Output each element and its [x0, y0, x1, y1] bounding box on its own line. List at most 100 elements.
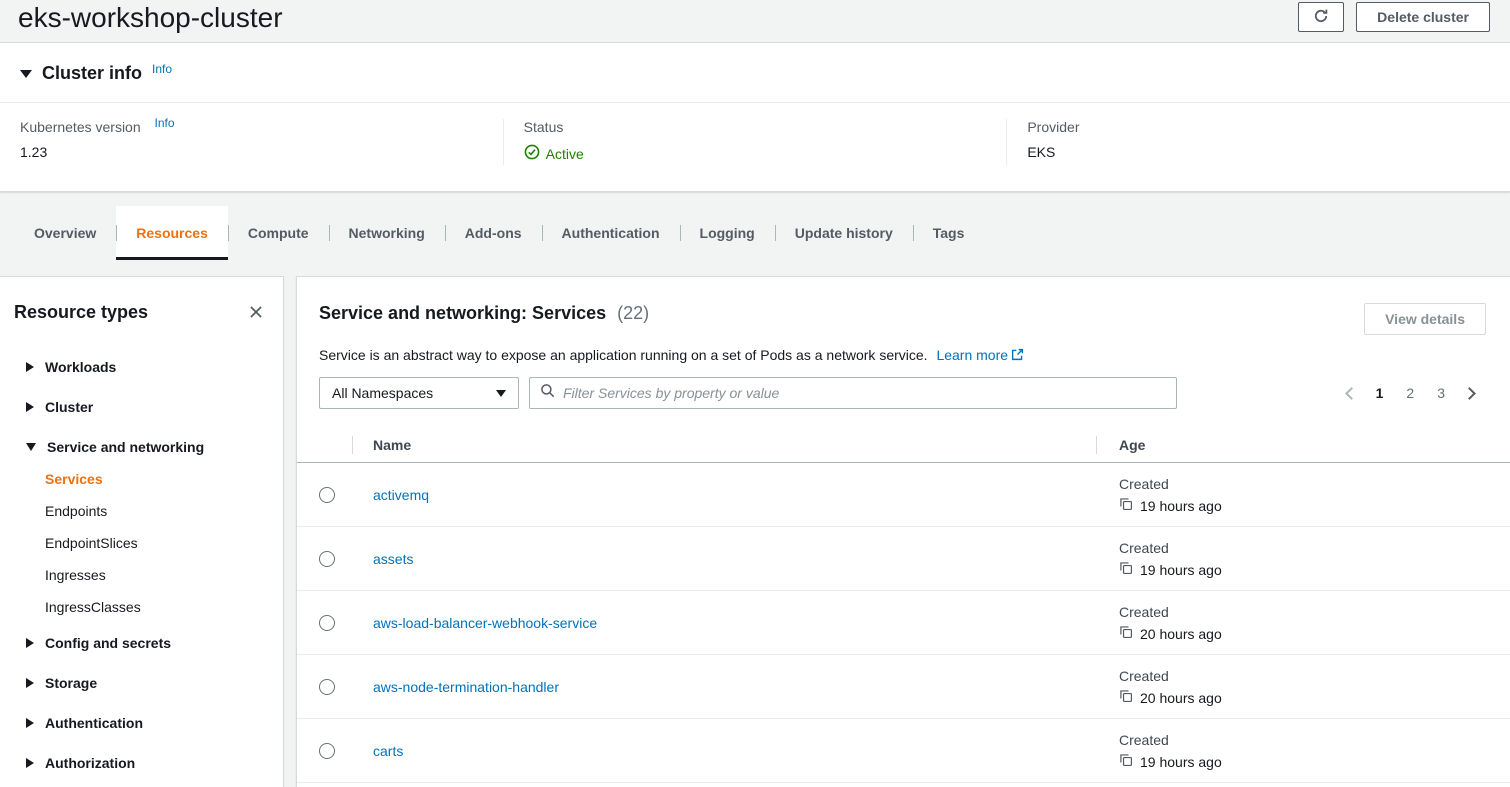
kubernetes-version-label: Kubernetes version Info — [20, 119, 483, 135]
next-page-icon[interactable] — [1463, 387, 1476, 400]
sidebar-group-label: Workloads — [45, 359, 116, 375]
namespace-filter-value: All Namespaces — [332, 385, 433, 401]
kubernetes-version-info-link[interactable]: Info — [155, 116, 175, 130]
copy-icon[interactable] — [1119, 753, 1133, 770]
copy-icon[interactable] — [1119, 561, 1133, 578]
cluster-info-header[interactable]: Cluster info Info — [0, 43, 1510, 102]
services-search — [529, 377, 1177, 409]
services-description-text: Service is an abstract way to expose an … — [319, 347, 928, 363]
collapse-caret-icon — [20, 70, 32, 78]
age-cell: Created — [1097, 783, 1510, 787]
table-row: aws-load-balancer-webhook-service Create… — [297, 591, 1510, 655]
kubernetes-version-label-text: Kubernetes version — [20, 119, 141, 135]
tab-compute[interactable]: Compute — [228, 206, 329, 260]
chevron-right-icon — [26, 362, 34, 372]
table-row: assets Created 19 hours ago — [297, 527, 1510, 591]
age-value: 20 hours ago — [1140, 690, 1222, 706]
provider-value: EKS — [1027, 144, 1490, 160]
services-description: Service is an abstract way to expose an … — [319, 347, 1486, 363]
status-badge: Active — [524, 144, 584, 163]
row-radio[interactable] — [319, 551, 335, 567]
table-row: aws-node-termination-handler Created 20 … — [297, 655, 1510, 719]
page-number-3[interactable]: 3 — [1434, 385, 1448, 401]
sidebar-group-workloads[interactable]: Workloads — [0, 347, 283, 387]
row-radio[interactable] — [319, 487, 335, 503]
age-cell: Created 20 hours ago — [1097, 655, 1510, 718]
age-column-header: Age — [1097, 437, 1510, 453]
cluster-info-card: Cluster info Info Kubernetes version Inf… — [0, 42, 1510, 192]
services-header: Service and networking: Services (22) Vi… — [319, 303, 1486, 335]
sidebar-group-authentication[interactable]: Authentication — [0, 703, 283, 743]
tab-authentication[interactable]: Authentication — [542, 206, 680, 260]
service-link[interactable]: activemq — [373, 487, 429, 503]
tab-overview[interactable]: Overview — [14, 206, 116, 260]
created-label: Created — [1119, 732, 1510, 748]
sidebar-group-label: Service and networking — [47, 439, 204, 455]
sidebar-group-label: Config and secrets — [45, 635, 171, 651]
service-link[interactable]: assets — [373, 551, 413, 567]
refresh-button[interactable] — [1298, 2, 1344, 32]
learn-more-text: Learn more — [936, 347, 1008, 363]
sidebar-item-endpointslices[interactable]: EndpointSlices — [45, 535, 283, 551]
sidebar-item-ingresses[interactable]: Ingresses — [45, 567, 283, 583]
cluster-info-info-link[interactable]: Info — [152, 62, 172, 76]
chevron-down-icon — [26, 443, 36, 451]
sidebar-group-label: Storage — [45, 675, 97, 691]
services-count: (22) — [617, 303, 649, 323]
resource-types-header: Resource types — [0, 277, 283, 331]
table-header-row: Name Age — [297, 427, 1510, 463]
row-radio[interactable] — [319, 615, 335, 631]
status-label: Status — [524, 119, 987, 135]
services-panel: Service and networking: Services (22) Vi… — [296, 276, 1510, 787]
tab-logging[interactable]: Logging — [680, 206, 775, 260]
search-input[interactable] — [563, 385, 1166, 401]
resource-types-tree: Workloads Cluster Service and networking… — [0, 331, 283, 787]
pagination: 1 2 3 — [1347, 385, 1486, 401]
page-number-2[interactable]: 2 — [1403, 385, 1417, 401]
row-radio[interactable] — [319, 743, 335, 759]
filter-row: All Namespaces — [319, 377, 1486, 409]
learn-more-link[interactable]: Learn more — [936, 347, 1024, 363]
service-link[interactable]: aws-node-termination-handler — [373, 679, 559, 695]
namespace-filter-dropdown[interactable]: All Namespaces — [319, 377, 519, 409]
service-link[interactable]: aws-load-balancer-webhook-service — [373, 615, 597, 631]
tab-add-ons[interactable]: Add-ons — [445, 206, 542, 260]
service-networking-children: Services Endpoints EndpointSlices Ingres… — [0, 467, 283, 623]
tab-resources[interactable]: Resources — [116, 206, 228, 260]
row-radio[interactable] — [319, 679, 335, 695]
service-link[interactable]: carts — [373, 743, 403, 759]
sidebar-group-label: Cluster — [45, 399, 93, 415]
cluster-info-title: Cluster info — [42, 63, 142, 84]
sidebar-group-storage[interactable]: Storage — [0, 663, 283, 703]
tab-tags[interactable]: Tags — [913, 206, 985, 260]
sidebar-group-cluster[interactable]: Cluster — [0, 387, 283, 427]
resource-types-title: Resource types — [14, 302, 148, 323]
sidebar-group-authorization[interactable]: Authorization — [0, 743, 283, 783]
copy-icon[interactable] — [1119, 497, 1133, 514]
chevron-right-icon — [26, 718, 34, 728]
age-value: 19 hours ago — [1140, 498, 1222, 514]
sidebar-item-ingressclasses[interactable]: IngressClasses — [45, 599, 283, 615]
created-label: Created — [1119, 476, 1510, 492]
copy-icon[interactable] — [1119, 625, 1133, 642]
page-number-1[interactable]: 1 — [1373, 385, 1387, 401]
previous-page-icon[interactable] — [1345, 387, 1358, 400]
chevron-right-icon — [26, 402, 34, 412]
tab-update-history[interactable]: Update history — [775, 206, 913, 260]
header-actions: Delete cluster — [1298, 2, 1490, 32]
close-icon[interactable] — [245, 301, 267, 323]
delete-cluster-button[interactable]: Delete cluster — [1356, 2, 1490, 32]
sidebar-item-endpoints[interactable]: Endpoints — [45, 503, 283, 519]
tab-networking[interactable]: Networking — [329, 206, 445, 260]
view-details-button[interactable]: View details — [1364, 303, 1486, 335]
age-value: 20 hours ago — [1140, 626, 1222, 642]
sidebar-group-config-and-secrets[interactable]: Config and secrets — [0, 623, 283, 663]
content-area: Resource types Workloads Cluster — [0, 276, 1510, 787]
copy-icon[interactable] — [1119, 689, 1133, 706]
status-value: Active — [546, 146, 584, 162]
name-column-header: Name — [353, 437, 1097, 453]
services-table: Name Age activemq Created 19 hours ago — [297, 427, 1510, 787]
sidebar-group-service-and-networking[interactable]: Service and networking — [0, 427, 283, 467]
age-cell: Created 20 hours ago — [1097, 591, 1510, 654]
sidebar-item-services[interactable]: Services — [45, 471, 283, 487]
